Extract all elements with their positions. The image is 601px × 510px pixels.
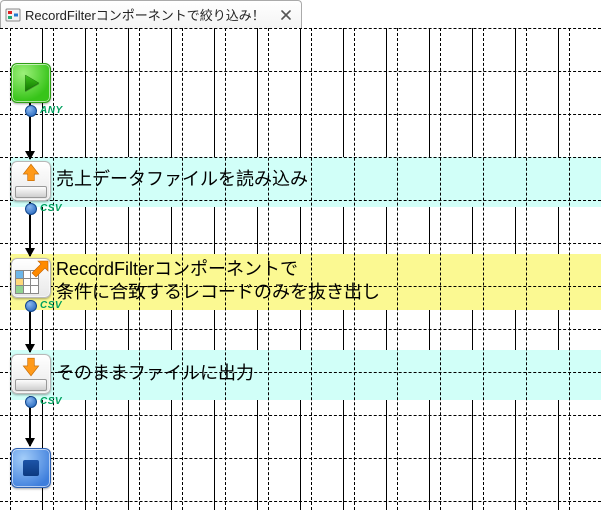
tab-title: RecordFilterコンポーネントで絞り込み！ bbox=[25, 5, 265, 24]
tray-icon bbox=[15, 379, 47, 391]
port-label-csv-3: CSV bbox=[40, 396, 62, 407]
arrow-up-icon bbox=[20, 162, 42, 184]
play-icon bbox=[20, 72, 42, 94]
start-node[interactable] bbox=[11, 63, 51, 103]
write-file-label: そのままファイルに出力 bbox=[56, 362, 254, 385]
close-icon[interactable] bbox=[279, 8, 293, 22]
flow-file-icon bbox=[5, 7, 21, 23]
tray-icon bbox=[15, 186, 47, 198]
port-start-out[interactable] bbox=[25, 105, 37, 117]
end-node[interactable] bbox=[11, 448, 51, 488]
write-file-node[interactable] bbox=[11, 354, 51, 394]
flow-canvas[interactable]: // placeholder for clarity; grid drawn b… bbox=[0, 28, 601, 510]
port-filter-out[interactable] bbox=[25, 300, 37, 312]
port-label-any: ANY bbox=[40, 105, 63, 116]
stop-icon bbox=[23, 460, 39, 476]
filter-label-line2: 条件に合致するレコードのみを抜き出し bbox=[56, 281, 380, 304]
tab-bar: RecordFilterコンポーネントで絞り込み！ bbox=[0, 0, 601, 29]
filter-label-line1: RecordFilterコンポーネントで bbox=[56, 258, 298, 281]
read-file-label: 売上データファイルを読み込み bbox=[56, 168, 308, 191]
editor-tab[interactable]: RecordFilterコンポーネントで絞り込み！ bbox=[0, 0, 302, 29]
port-label-csv-1: CSV bbox=[40, 203, 62, 214]
read-file-node[interactable] bbox=[11, 161, 51, 201]
record-filter-node[interactable] bbox=[11, 258, 51, 298]
arrow-diag-icon bbox=[29, 260, 49, 280]
arrow-down-icon bbox=[20, 356, 42, 378]
port-write-out[interactable] bbox=[25, 396, 37, 408]
port-read-out[interactable] bbox=[25, 203, 37, 215]
